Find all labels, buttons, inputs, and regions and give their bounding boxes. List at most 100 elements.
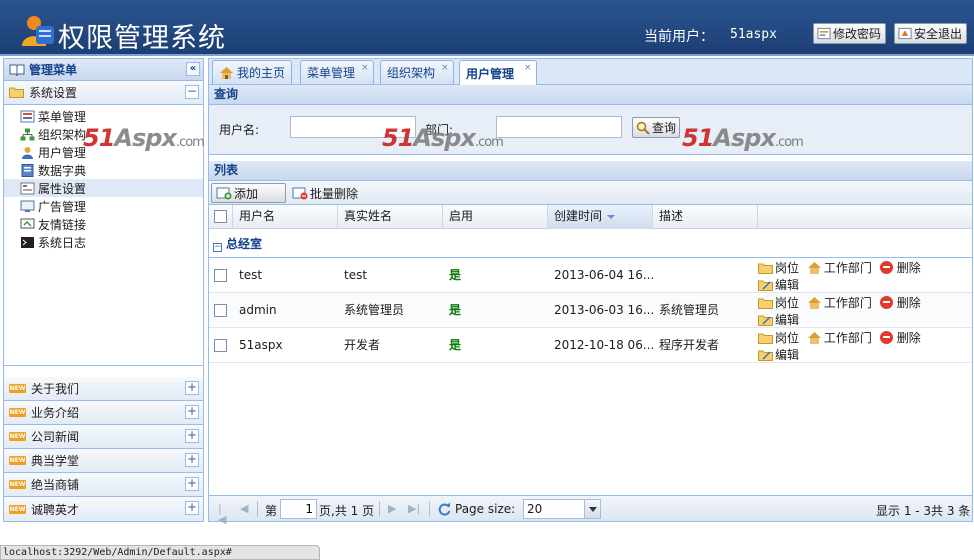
app-title: 权限管理系统 <box>58 23 226 54</box>
table-row[interactable]: 51aspx 开发者 是 2012-10-18 06... 程序开发者 岗位 工… <box>209 328 972 363</box>
menu-item-org-structure[interactable]: 组织架构 <box>4 125 203 143</box>
column-header-enabled[interactable]: 启用 <box>443 205 548 229</box>
page-number-input[interactable] <box>280 499 317 519</box>
next-page-icon[interactable]: ▶ <box>388 503 398 514</box>
change-password-button[interactable]: 修改密码 <box>813 23 886 44</box>
post-action[interactable]: 岗位 <box>758 330 799 345</box>
menu-group-business[interactable]: NEW 业务介绍 + <box>4 401 203 425</box>
page-size-select[interactable]: 20 <box>523 499 601 519</box>
refresh-icon[interactable] <box>437 502 452 517</box>
edit-action[interactable]: 编辑 <box>758 312 799 327</box>
menu-item-user-management[interactable]: 用户管理 <box>4 143 203 161</box>
record-summary: 显示 1 - 3共 3 条 <box>876 504 971 518</box>
logout-button[interactable]: 安全退出 <box>894 23 967 44</box>
select-all-cell <box>209 205 233 229</box>
home-icon <box>807 332 821 344</box>
department-action[interactable]: 工作部门 <box>807 295 872 310</box>
close-tab-icon[interactable]: × <box>524 64 533 73</box>
delete-action-label: 删除 <box>896 261 921 275</box>
collapse-group-icon[interactable]: − <box>185 85 199 99</box>
last-page-icon[interactable]: ▶| <box>408 503 420 514</box>
department-action[interactable]: 工作部门 <box>807 260 872 275</box>
menu-item-friend-links[interactable]: 友情链接 <box>4 215 203 233</box>
delete-icon <box>879 296 893 309</box>
menu-group-careers[interactable]: NEW 诚聘英才 + <box>4 497 203 521</box>
cell-enabled: 是 <box>449 338 462 352</box>
cell-created: 2013-06-03 16... <box>554 303 653 317</box>
logout-icon <box>898 27 912 40</box>
left-menu-panel: 管理菜单 « 系统设置 − 菜单管理 组织架构 用户管理 数据字典 属性设置 广… <box>3 58 204 522</box>
edit-action[interactable]: 编辑 <box>758 277 799 292</box>
menu-panel-title: 管理菜单 « <box>4 59 203 81</box>
menu-item-data-dictionary[interactable]: 数据字典 <box>4 161 203 179</box>
pager-separator <box>429 501 430 517</box>
post-action[interactable]: 岗位 <box>758 260 799 275</box>
column-header-description[interactable]: 描述 <box>653 205 758 229</box>
department-action[interactable]: 工作部门 <box>807 330 872 345</box>
cell-realname: 系统管理员 <box>344 303 405 317</box>
current-user-name: 51aspx <box>730 27 777 42</box>
expand-group-icon[interactable]: + <box>185 501 199 515</box>
column-header-realname[interactable]: 真实姓名 <box>338 205 443 229</box>
grid-header: 用户名 真实姓名 启用 创建时间 描述 <box>209 205 972 229</box>
property-icon <box>20 182 35 194</box>
chevron-down-icon[interactable] <box>584 500 600 518</box>
search-button[interactable]: 查询 <box>632 117 680 138</box>
menu-group-label: 诚聘英才 <box>31 502 80 517</box>
edit-action[interactable]: 编辑 <box>758 347 799 362</box>
column-header-username[interactable]: 用户名 <box>233 205 338 229</box>
expand-group-icon[interactable]: + <box>185 453 199 467</box>
grid-group-row[interactable]: − 总经室 <box>209 229 972 258</box>
menu-group-forfeit-shop[interactable]: NEW 绝当商铺 + <box>4 473 203 497</box>
collapse-sidebar-button[interactable]: « <box>186 62 200 76</box>
menu-group-pawn-school[interactable]: NEW 典当学堂 + <box>4 449 203 473</box>
add-button[interactable]: 添加 <box>211 183 286 203</box>
pager-separator <box>257 501 258 517</box>
cell-description <box>653 258 758 293</box>
menu-group-system-settings[interactable]: 系统设置 − <box>4 81 203 105</box>
tab-menu-management[interactable]: 菜单管理 × <box>300 60 374 84</box>
main-content: 我的主页 菜单管理 × 组织架构 × 用户管理 × 查询 用户名: 部门: 查询… <box>208 58 973 525</box>
select-all-checkbox[interactable] <box>214 210 227 223</box>
table-row[interactable]: test test 是 2013-06-04 16... 岗位 工作部门 删除 … <box>209 258 972 293</box>
menu-item-system-log[interactable]: 系统日志 <box>4 233 203 251</box>
menu-item-property-settings[interactable]: 属性设置 <box>4 179 203 197</box>
tab-org-structure[interactable]: 组织架构 × <box>380 60 454 84</box>
delete-action[interactable]: 删除 <box>879 330 921 345</box>
row-checkbox[interactable] <box>214 304 227 317</box>
close-tab-icon[interactable]: × <box>361 64 370 73</box>
close-tab-icon[interactable]: × <box>441 64 450 73</box>
first-page-icon[interactable]: |◀ <box>218 503 228 525</box>
tab-user-management[interactable]: 用户管理 × <box>459 60 537 85</box>
menu-item-menu-management[interactable]: 菜单管理 <box>4 107 203 125</box>
expand-group-icon[interactable]: + <box>185 381 199 395</box>
post-action[interactable]: 岗位 <box>758 295 799 310</box>
expand-group-icon[interactable]: + <box>185 429 199 443</box>
menu-group-label: 系统设置 <box>29 86 78 100</box>
menu-item-ad-management[interactable]: 广告管理 <box>4 197 203 215</box>
delete-action[interactable]: 删除 <box>879 295 921 310</box>
home-icon <box>220 67 233 79</box>
row-checkbox[interactable] <box>214 339 227 352</box>
menu-item-label: 广告管理 <box>38 199 87 214</box>
expand-group-icon[interactable]: + <box>185 405 199 419</box>
logout-label: 安全退出 <box>913 27 962 41</box>
collapse-group-icon[interactable]: − <box>213 243 222 252</box>
table-row[interactable]: admin 系统管理员 是 2013-06-03 16... 系统管理员 岗位 … <box>209 293 972 328</box>
row-actions: 岗位 工作部门 删除 编辑 <box>758 330 968 364</box>
batch-delete-label: 批量删除 <box>310 186 359 201</box>
department-input[interactable] <box>496 116 622 138</box>
page-prefix: 第 <box>265 504 278 518</box>
cell-enabled: 是 <box>449 303 462 317</box>
column-header-created[interactable]: 创建时间 <box>548 205 653 229</box>
batch-delete-button[interactable]: 批量删除 <box>288 183 362 203</box>
menu-group-company-news[interactable]: NEW 公司新闻 + <box>4 425 203 449</box>
expand-group-icon[interactable]: + <box>185 477 199 491</box>
username-input[interactable] <box>290 116 416 138</box>
pager-separator <box>379 501 380 517</box>
prev-page-icon[interactable]: ◀ <box>240 503 250 514</box>
menu-group-about-us[interactable]: NEW 关于我们 + <box>4 377 203 401</box>
tab-home[interactable]: 我的主页 <box>212 60 292 84</box>
row-checkbox[interactable] <box>214 269 227 282</box>
delete-action[interactable]: 删除 <box>879 260 921 275</box>
